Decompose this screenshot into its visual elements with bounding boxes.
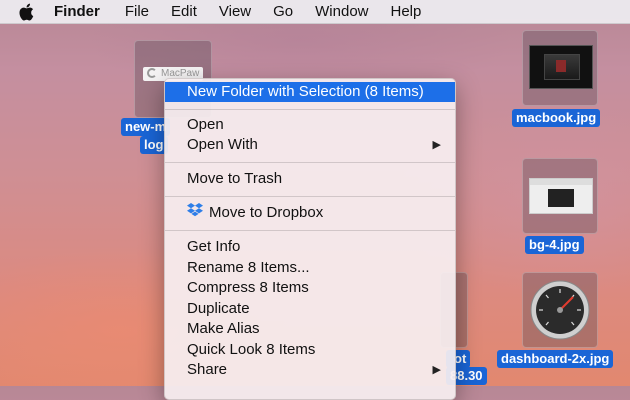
- menu-separator: [165, 196, 455, 197]
- menu-item-new-folder-with-selection[interactable]: New Folder with Selection (8 Items): [165, 82, 455, 102]
- submenu-arrow-icon: ▶: [432, 139, 441, 151]
- menu-item-label: Share: [187, 361, 228, 378]
- apple-icon[interactable]: [18, 3, 36, 21]
- menu-item-open-with[interactable]: Open With ▶: [165, 135, 455, 155]
- menu-item-rename[interactable]: Rename 8 Items...: [165, 258, 455, 278]
- menu-item-share[interactable]: Share ▶: [165, 360, 455, 380]
- menu-item-quick-look[interactable]: Quick Look 8 Items: [165, 340, 455, 360]
- desktop-icon-bg-4[interactable]: [522, 158, 598, 234]
- menu-window[interactable]: Window: [315, 3, 368, 20]
- thumbnail-image: [529, 178, 593, 214]
- desktop-icon-macbook[interactable]: [522, 30, 598, 106]
- thumbnail-image: [529, 45, 593, 89]
- menu-item-duplicate[interactable]: Duplicate: [165, 299, 455, 319]
- menu-separator: [165, 109, 455, 110]
- icon-label-bg-4: bg-4.jpg: [525, 236, 584, 254]
- gauge-thumbnail: [529, 279, 591, 341]
- icon-label-dashboard: dashboard-2x.jpg: [497, 350, 614, 368]
- menu-item-move-to-dropbox[interactable]: Move to Dropbox: [165, 203, 455, 223]
- menu-go[interactable]: Go: [273, 3, 293, 20]
- menu-view[interactable]: View: [219, 3, 251, 20]
- desktop-icon-dashboard[interactable]: [522, 272, 598, 348]
- icon-label-macbook: macbook.jpg: [512, 109, 601, 127]
- menu-item-compress[interactable]: Compress 8 Items: [165, 278, 455, 298]
- menu-item-make-alias[interactable]: Make Alias: [165, 319, 455, 339]
- menu-separator: [165, 230, 455, 231]
- menu-bar: Finder File Edit View Go Window Help: [0, 0, 630, 24]
- menu-item-move-to-trash[interactable]: Move to Trash: [165, 169, 455, 189]
- menu-finder[interactable]: Finder: [54, 3, 100, 20]
- menu-item-label: Open With: [187, 136, 258, 153]
- context-menu: New Folder with Selection (8 Items) Open…: [164, 78, 456, 400]
- menu-separator: [165, 162, 455, 163]
- icon-label-new-m: new-m: [121, 118, 171, 136]
- menu-help[interactable]: Help: [391, 3, 422, 20]
- menu-item-label: Move to Dropbox: [209, 204, 324, 221]
- menu-item-open[interactable]: Open: [165, 115, 455, 135]
- menu-edit[interactable]: Edit: [171, 3, 197, 20]
- dropbox-icon: [187, 203, 203, 223]
- menu-item-get-info[interactable]: Get Info: [165, 237, 455, 257]
- menu-file[interactable]: File: [125, 3, 149, 20]
- submenu-arrow-icon: ▶: [432, 364, 441, 376]
